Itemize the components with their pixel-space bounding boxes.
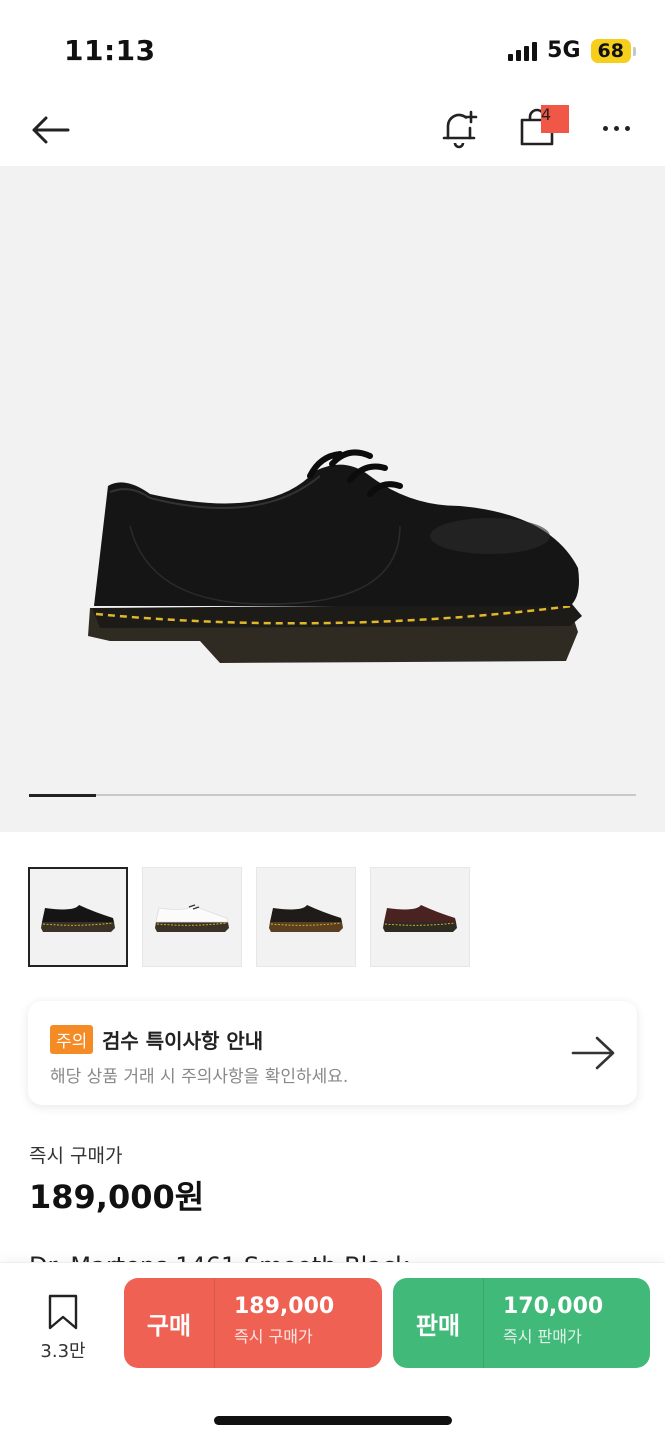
bookmark-icon <box>48 1294 78 1330</box>
buy-price-caption: 즉시 구매가 <box>234 1327 313 1346</box>
wishlist-count: 3.3만 <box>40 1341 86 1362</box>
sell-price: 170,000 <box>503 1294 604 1319</box>
carousel-progress-fill <box>29 794 97 797</box>
battery-icon: 68 <box>590 38 637 63</box>
signal-icon <box>508 41 538 61</box>
dot <box>624 125 630 131</box>
arrow-right-icon <box>571 1036 615 1070</box>
cart-count-badge: 4 <box>541 105 569 133</box>
product-image-carousel[interactable] <box>0 166 665 832</box>
shoe-thumbnail-image <box>41 905 115 932</box>
thumbnail-black-tan[interactable] <box>256 867 356 967</box>
dot <box>602 125 608 131</box>
network-label: 5G <box>547 38 581 63</box>
notice-title: 검수 특이사항 안내 <box>102 1029 264 1053</box>
more-menu-button[interactable] <box>594 106 638 150</box>
bottom-action-bar: 3.3만 구매 189,000 즉시 구매가 판매 170,000 즉시 판매가 <box>0 1262 665 1440</box>
shoe-thumbnail-image <box>155 904 229 932</box>
bell-plus-icon <box>442 110 478 149</box>
status-indicators: 5G 68 <box>508 38 637 63</box>
dot <box>613 125 619 131</box>
carousel-progress <box>29 794 636 797</box>
buy-button-info: 189,000 즉시 구매가 <box>215 1278 334 1368</box>
notice-description: 해당 상품 거래 시 주의사항을 확인하세요. <box>50 1067 349 1087</box>
buy-button-label: 구매 <box>124 1278 215 1368</box>
instant-buy-price: 189,000원 <box>29 1178 205 1216</box>
back-button[interactable] <box>28 108 72 152</box>
sell-price-caption: 즉시 판매가 <box>503 1327 582 1346</box>
buy-price: 189,000 <box>234 1294 335 1319</box>
thumbnail-burgundy[interactable] <box>370 867 470 967</box>
home-indicator <box>214 1416 452 1425</box>
sell-button-label: 판매 <box>393 1278 484 1368</box>
shoe-thumbnail-image <box>269 905 343 932</box>
sell-button[interactable]: 판매 170,000 즉시 판매가 <box>393 1278 650 1368</box>
wishlist-button[interactable]: 3.3만 <box>30 1293 96 1363</box>
thumbnail-strip <box>28 867 470 967</box>
status-time: 11:13 <box>64 34 156 67</box>
buy-button[interactable]: 구매 189,000 즉시 구매가 <box>124 1278 382 1368</box>
status-bar: 11:13 5G 68 <box>0 0 665 96</box>
thumbnail-black[interactable] <box>28 867 128 967</box>
alert-add-button[interactable] <box>438 106 482 150</box>
arrow-left-icon <box>32 116 70 144</box>
inspection-notice-card[interactable]: 주의 검수 특이사항 안내 해당 상품 거래 시 주의사항을 확인하세요. <box>28 1001 637 1105</box>
product-image <box>88 449 582 663</box>
caution-tag: 주의 <box>50 1025 94 1054</box>
shoe-thumbnail-image <box>383 905 457 932</box>
thumbnail-white[interactable] <box>142 867 242 967</box>
sell-button-info: 170,000 즉시 판매가 <box>484 1278 603 1368</box>
instant-buy-price-label: 즉시 구매가 <box>29 1145 123 1167</box>
